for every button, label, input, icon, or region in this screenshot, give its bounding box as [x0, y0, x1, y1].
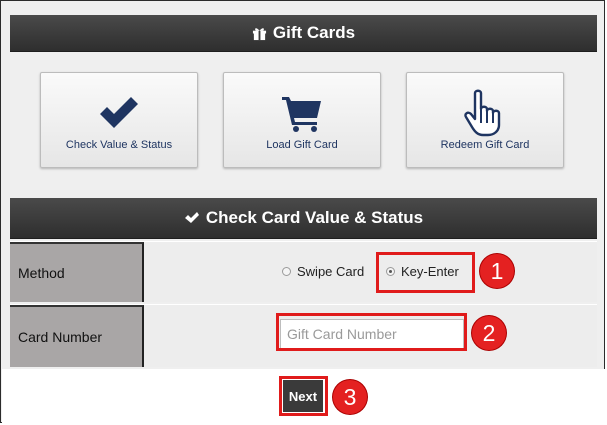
check-value-tile[interactable]: Check Value & Status [40, 72, 198, 168]
tile-label: Load Gift Card [266, 139, 338, 151]
step-badge-3: 3 [333, 380, 367, 414]
step-number: 3 [343, 383, 357, 410]
checkmark-icon [41, 91, 197, 135]
tile-label: Check Value & Status [65, 139, 173, 151]
method-label: Method [10, 242, 144, 302]
step-badge-2: 2 [472, 316, 506, 350]
step-number: 1 [490, 257, 504, 284]
gift-icon [252, 26, 267, 41]
swipe-card-radio[interactable]: Swipe Card [282, 264, 364, 279]
callout-box-1 [376, 252, 475, 293]
redeem-gift-card-tile[interactable]: Redeem Gift Card [406, 72, 564, 168]
gift-cards-title: Gift Cards [272, 23, 356, 42]
card-number-label: Card Number [10, 305, 144, 367]
callout-box-2 [276, 313, 467, 351]
callout-box-3 [279, 376, 328, 416]
step-badge-1: 1 [480, 254, 514, 288]
radio-indicator [282, 267, 291, 276]
gift-cards-header: Gift Cards [10, 15, 597, 52]
swipe-card-label: Swipe Card [297, 264, 365, 279]
tile-label: Redeem Gift Card [440, 139, 530, 151]
step-number: 2 [482, 319, 496, 346]
checkmark-icon [184, 211, 200, 225]
check-card-section-title: Check Card Value & Status [205, 208, 424, 227]
shopping-cart-icon [224, 91, 380, 135]
check-card-section-header: Check Card Value & Status [10, 198, 597, 239]
load-gift-card-tile[interactable]: Load Gift Card [223, 72, 381, 168]
hand-pointer-icon [407, 89, 563, 137]
